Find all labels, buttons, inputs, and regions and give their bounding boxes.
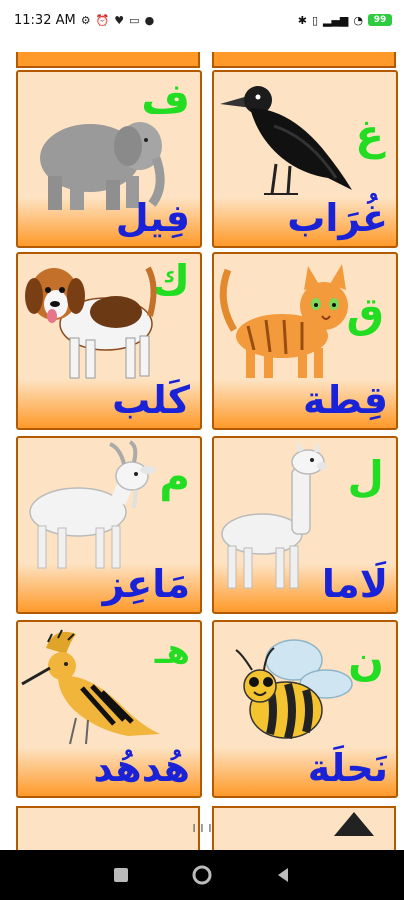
status-bar: 11:32 AM ⚙ ⏰ ♥ ▭ ● ✱ ▯ ▂▄▆ ◔ 99 [0, 0, 404, 40]
partial-card-top-left[interactable] [16, 52, 200, 68]
llama-icon [221, 442, 327, 589]
card-word: مَاعِز [102, 562, 190, 606]
scroll-indicator: ııı [192, 820, 212, 836]
recents-icon[interactable] [110, 864, 132, 886]
battery-icon: 99 [368, 14, 392, 26]
card-word: غُرَاب [287, 196, 388, 240]
bluetooth-icon: ✱ [297, 13, 307, 27]
animal-card-bee[interactable]: ن نَحلَة [212, 620, 398, 798]
card-letter: غ [355, 110, 384, 159]
card-word: نَحلَة [307, 746, 388, 790]
card-word: هُدهُد [93, 746, 190, 790]
back-icon[interactable] [272, 864, 294, 886]
card-word: لَاما [321, 562, 388, 606]
alarm-icon: ⏰ [95, 13, 110, 27]
partial-card-top-right[interactable] [212, 52, 396, 68]
animal-card-cat[interactable]: ق قِطة [212, 252, 398, 430]
animal-grid[interactable]: ف فِيل غ غُرَاب ك كَلب ق قِطة م مَاعِز ل… [0, 40, 404, 850]
animal-card-dog[interactable]: ك كَلب [16, 252, 202, 430]
sim-icon: ▭ [129, 13, 140, 27]
goat-icon [29, 440, 156, 569]
crow-icon [220, 86, 352, 195]
home-icon[interactable] [191, 864, 213, 886]
vibrate-icon: ▯ [311, 13, 318, 27]
network-icon: ⚙ [80, 13, 91, 27]
animal-card-llama[interactable]: ل لَاما [212, 436, 398, 614]
animal-card-goat[interactable]: م مَاعِز [16, 436, 202, 614]
card-letter: ل [347, 452, 384, 501]
heart-icon: ♥ [114, 13, 125, 27]
animal-card-hoopoe[interactable]: هـ هُدهُد [16, 620, 202, 798]
card-word: كَلب [112, 378, 190, 422]
dog-icon [25, 266, 157, 379]
animal-card-elephant[interactable]: ف فِيل [16, 70, 202, 248]
chat-icon: ● [144, 13, 155, 27]
hoopoe-icon [21, 629, 160, 745]
signal-icon: ▂▄▆ [323, 13, 349, 27]
navigation-bar [0, 850, 404, 900]
cat-icon [219, 264, 348, 378]
bee-icon [235, 639, 353, 740]
card-letter: م [159, 452, 190, 501]
card-word: قِطة [303, 378, 388, 422]
clock: 11:32 AM [14, 12, 76, 28]
card-word: فِيل [115, 196, 190, 240]
animal-card-crow[interactable]: غ غُرَاب [212, 70, 398, 248]
wifi-icon: ◔ [353, 13, 363, 27]
